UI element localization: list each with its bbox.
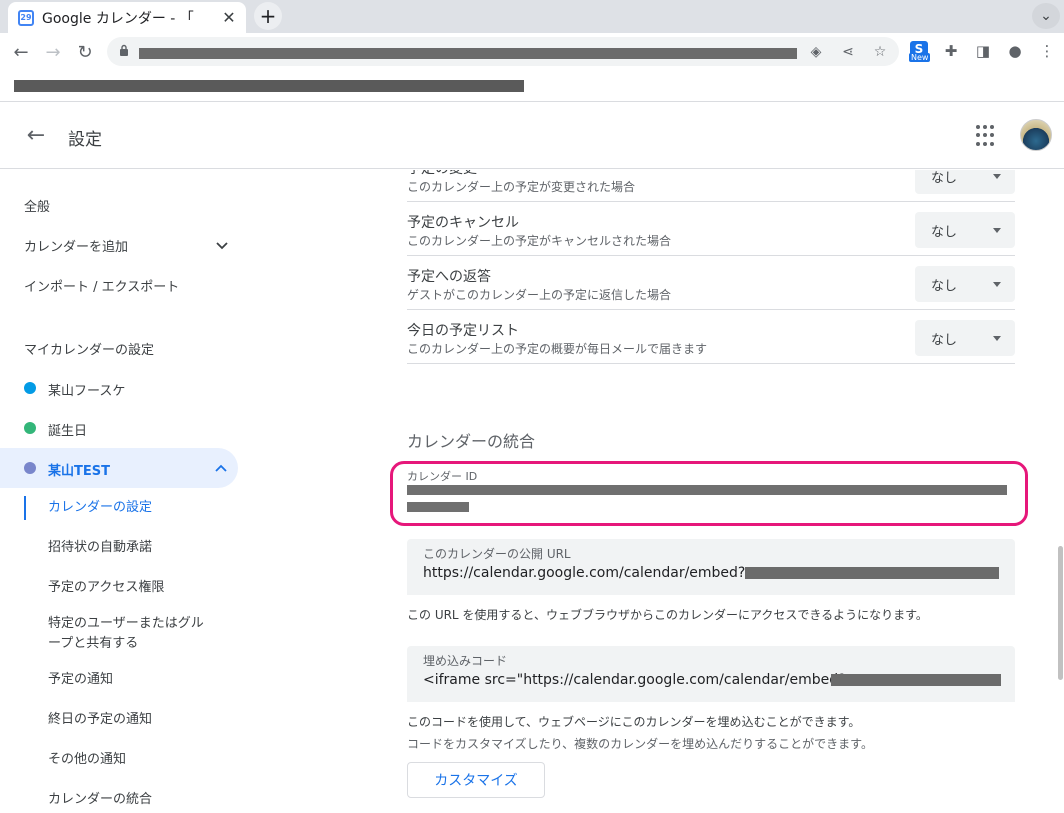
share-icon[interactable]: ⋖ [837,41,859,63]
browser-tab-bar: 29 Google カレンダー - 「 ✕ + ⌄ [0,0,1064,33]
main-content: 予定の変更 このカレンダー上の予定が変更された場合 なし 予定のキャンセル この… [0,170,1064,813]
browser-tab[interactable]: 29 Google カレンダー - 「 ✕ [8,2,246,33]
calendar-favicon-icon: 29 [18,9,34,26]
page-title: 設定 [68,130,102,150]
address-bar[interactable]: ◈ ⋖ ☆ [107,37,899,66]
notification-select[interactable]: なし [915,320,1015,356]
back-icon[interactable]: ← [8,39,34,65]
dropdown-arrow-icon [993,228,1001,233]
embed-help-sub: コードをカスタマイズしたり、複数のカレンダーを埋め込んだりすることができます。 [407,737,873,751]
scrollbar[interactable] [1058,546,1063,680]
public-url-field[interactable]: このカレンダーの公開 URL https://calendar.google.c… [407,539,1015,595]
select-value: なし [931,171,958,186]
notification-select[interactable]: なし [915,266,1015,302]
dropdown-arrow-icon [993,336,1001,341]
tab-search-icon[interactable]: ⌄ [1032,3,1060,29]
back-arrow-icon[interactable]: ← [24,123,48,148]
url-redacted [139,48,797,59]
select-value: なし [931,225,958,240]
dropdown-arrow-icon [993,174,1001,179]
view-icon[interactable]: ◈ [805,41,827,63]
public-url-value[interactable]: https://calendar.google.com/calendar/emb… [423,565,778,581]
embed-code-field[interactable]: 埋め込みコード <iframe src="https://calendar.go… [407,646,1015,702]
profile-icon[interactable]: ● [1004,40,1026,62]
notification-subtitle: このカレンダー上の予定がキャンセルされた場合 [407,234,672,248]
embed-code-label: 埋め込みコード [423,654,508,668]
browser-menu-icon[interactable]: ⋮ [1036,40,1058,62]
notification-row: 今日の予定リスト このカレンダー上の予定の概要が毎日メールで届きます なし [407,310,1015,364]
notification-row: 予定のキャンセル このカレンダー上の予定がキャンセルされた場合 なし [407,202,1015,256]
notification-subtitle: このカレンダー上の予定が変更された場合 [407,180,636,194]
select-value: なし [931,333,958,348]
embed-code-value[interactable]: <iframe src="https://calendar.google.com… [423,672,878,688]
public-url-redacted [745,567,999,579]
notification-row: 予定の変更 このカレンダー上の予定が変更された場合 なし [407,170,1015,202]
lock-icon [120,44,128,56]
customize-button[interactable]: カスタマイズ [407,762,545,798]
close-tab-icon[interactable]: ✕ [220,8,238,27]
notification-title: 今日の予定リスト [407,323,519,339]
notification-row: 予定への返答 ゲストがこのカレンダー上の予定に返信した場合 なし [407,256,1015,310]
bookmarks-redacted [14,80,524,92]
reload-icon[interactable]: ↻ [72,39,98,65]
notification-title: 予定の変更 [407,170,477,178]
google-apps-icon[interactable] [976,125,998,147]
new-tab-button[interactable]: + [254,2,282,30]
bookmarks-bar [0,70,1064,102]
section-title-integration: カレンダーの統合 [407,432,536,451]
notification-subtitle: ゲストがこのカレンダー上の予定に返信した場合 [407,288,672,302]
notification-title: 予定のキャンセル [407,215,519,231]
highlight-annotation [390,461,1028,526]
forward-icon[interactable]: → [40,39,66,65]
extension-new-badge: New [909,53,931,62]
dropdown-arrow-icon [993,282,1001,287]
notification-title: 予定への返答 [407,269,491,285]
settings-header: ← 設定 [0,103,1064,169]
avatar[interactable] [1020,119,1052,151]
notification-select[interactable]: なし [915,212,1015,248]
embed-help: このコードを使用して、ウェブページにこのカレンダーを埋め込むことができます。 [407,715,861,729]
public-url-help: この URL を使用すると、ウェブブラウザからこのカレンダーにアクセスできるよう… [407,608,928,622]
tab-title: Google カレンダー - 「 [42,10,194,27]
notification-select[interactable]: なし [915,170,1015,194]
public-url-label: このカレンダーの公開 URL [423,547,571,561]
bookmark-star-icon[interactable]: ☆ [869,41,891,63]
select-value: なし [931,279,958,294]
notification-subtitle: このカレンダー上の予定の概要が毎日メールで届きます [407,342,708,356]
extensions-puzzle-icon[interactable]: ✚ [940,40,962,62]
browser-toolbar: ← → ↻ ◈ ⋖ ☆ S ✚ ◨ ● ⋮ [0,33,1064,70]
embed-code-redacted [831,674,1001,686]
side-panel-icon[interactable]: ◨ [972,40,994,62]
